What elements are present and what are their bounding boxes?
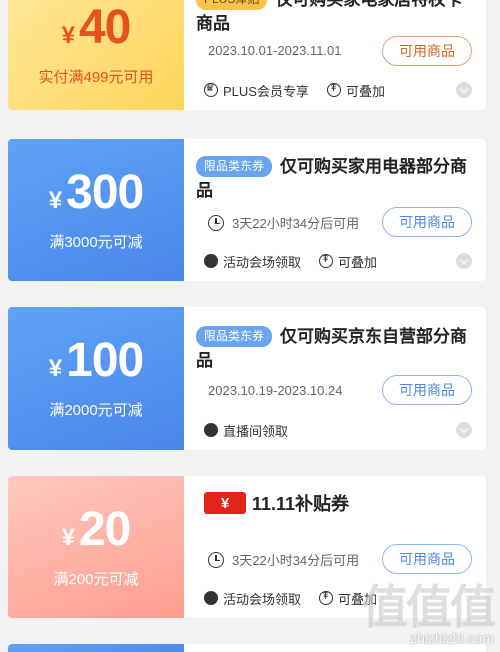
available-products-button[interactable]: 可用商品 xyxy=(382,544,472,574)
stack-icon xyxy=(326,81,341,97)
currency-symbol: ¥ xyxy=(61,523,75,551)
crown-icon xyxy=(204,81,218,97)
amount-value: 40 xyxy=(78,0,131,54)
coupon-amount: ¥ 300 xyxy=(48,165,144,219)
available-products-button[interactable]: 可用商品 xyxy=(382,207,472,237)
countdown-text: 3天22小时34分后可用 xyxy=(232,216,360,231)
available-products-button[interactable]: 可用商品 xyxy=(382,36,472,66)
coupon-amount-panel: ¥ 40 实付满499元可用 xyxy=(8,0,184,110)
flag-icon xyxy=(204,254,218,268)
countdown-text: 3天22小时34分后可用 xyxy=(232,553,360,568)
currency-symbol: ¥ xyxy=(61,21,75,49)
clock-icon xyxy=(208,551,224,568)
validity-date: 2023.10.19-2023.10.24 xyxy=(208,383,343,398)
coupon-footer: 活动会场领取 可叠加 xyxy=(204,249,472,273)
coupon-amount-panel: ¥ 100 满2000元可减 xyxy=(8,307,184,450)
coupon-amount: ¥ 40 xyxy=(61,0,132,54)
flag-icon xyxy=(204,591,218,605)
amount-value: 300 xyxy=(66,165,144,219)
clock-icon xyxy=(208,214,224,231)
coupon-condition: 实付满499元可用 xyxy=(38,68,154,86)
footer-label: 活动会场领取 xyxy=(223,591,302,607)
coupon-tag: PLUS津贴 xyxy=(196,0,268,10)
currency-symbol: ¥ xyxy=(48,355,63,382)
footer-label: 可叠加 xyxy=(338,254,378,270)
coupon-footer: PLUS会员专享 可叠加 xyxy=(204,78,472,102)
watermark: 值值值 zhizhizhi.com xyxy=(362,581,496,646)
flag-icon xyxy=(204,423,218,437)
coupon-card[interactable]: ¥ 300 满3000元可减 限品类东券 仅可购买家用电器部分商品 3天22小时3… xyxy=(8,139,486,281)
coupon-amount-panel xyxy=(8,644,184,652)
stack-icon xyxy=(319,252,334,268)
coupon-amount-panel: ¥ 300 满3000元可减 xyxy=(8,139,184,281)
countdown: 3天22小时34分后可用 xyxy=(208,213,359,232)
expand-icon[interactable] xyxy=(456,422,472,438)
countdown: 3天22小时34分后可用 xyxy=(208,550,359,569)
amount-value: 20 xyxy=(78,502,131,556)
footer-label: 直播间领取 xyxy=(223,423,289,439)
subsidy-badge-text: 11.11补贴券 xyxy=(252,494,350,514)
coupon-tag: 限品类东券 xyxy=(196,156,273,177)
available-products-button[interactable]: 可用商品 xyxy=(382,375,472,405)
yen-tag-icon: ¥ xyxy=(204,492,246,514)
footer-label: PLUS会员专享 xyxy=(223,83,309,99)
expand-icon[interactable] xyxy=(456,82,472,98)
amount-value: 100 xyxy=(66,334,144,387)
footer-label: 活动会场领取 xyxy=(223,254,302,270)
coupon-amount-panel: ¥ 20 满200元可减 xyxy=(8,476,184,618)
coupon-condition: 满3000元可减 xyxy=(49,233,143,251)
coupon-amount: ¥ 20 xyxy=(61,502,132,556)
coupon-tag: 限品类东券 xyxy=(196,326,273,347)
currency-symbol: ¥ xyxy=(48,186,63,214)
validity-date: 2023.10.01-2023.11.01 xyxy=(208,43,342,58)
coupon-title: 限品类东券 仅可购买京东自营部分商品 xyxy=(196,325,476,373)
expand-icon[interactable] xyxy=(456,253,472,269)
subsidy-badge: ¥ 11.11补贴券 xyxy=(204,490,349,516)
coupon-amount: ¥ 100 xyxy=(48,334,144,387)
coupon-footer: 直播间领取 xyxy=(204,418,472,442)
coupon-card[interactable]: ¥ 100 满2000元可减 限品类东券 仅可购买京东自营部分商品 2023.10… xyxy=(8,307,486,450)
watermark-logo: 值值值 xyxy=(362,581,496,633)
footer-label: 可叠加 xyxy=(345,83,385,99)
coupon-title: 限品类东券 仅可购买家用电器部分商品 xyxy=(196,155,476,203)
coupon-condition: 满2000元可减 xyxy=(49,402,143,419)
coupon-title: PLUS津贴仅可购买家电家居特权卡商品 xyxy=(196,0,476,36)
stack-icon xyxy=(319,589,334,605)
coupon-card[interactable]: ¥ 40 实付满499元可用 PLUS津贴仅可购买家电家居特权卡商品 2023.… xyxy=(8,0,486,110)
coupon-condition: 满200元可减 xyxy=(53,570,139,588)
